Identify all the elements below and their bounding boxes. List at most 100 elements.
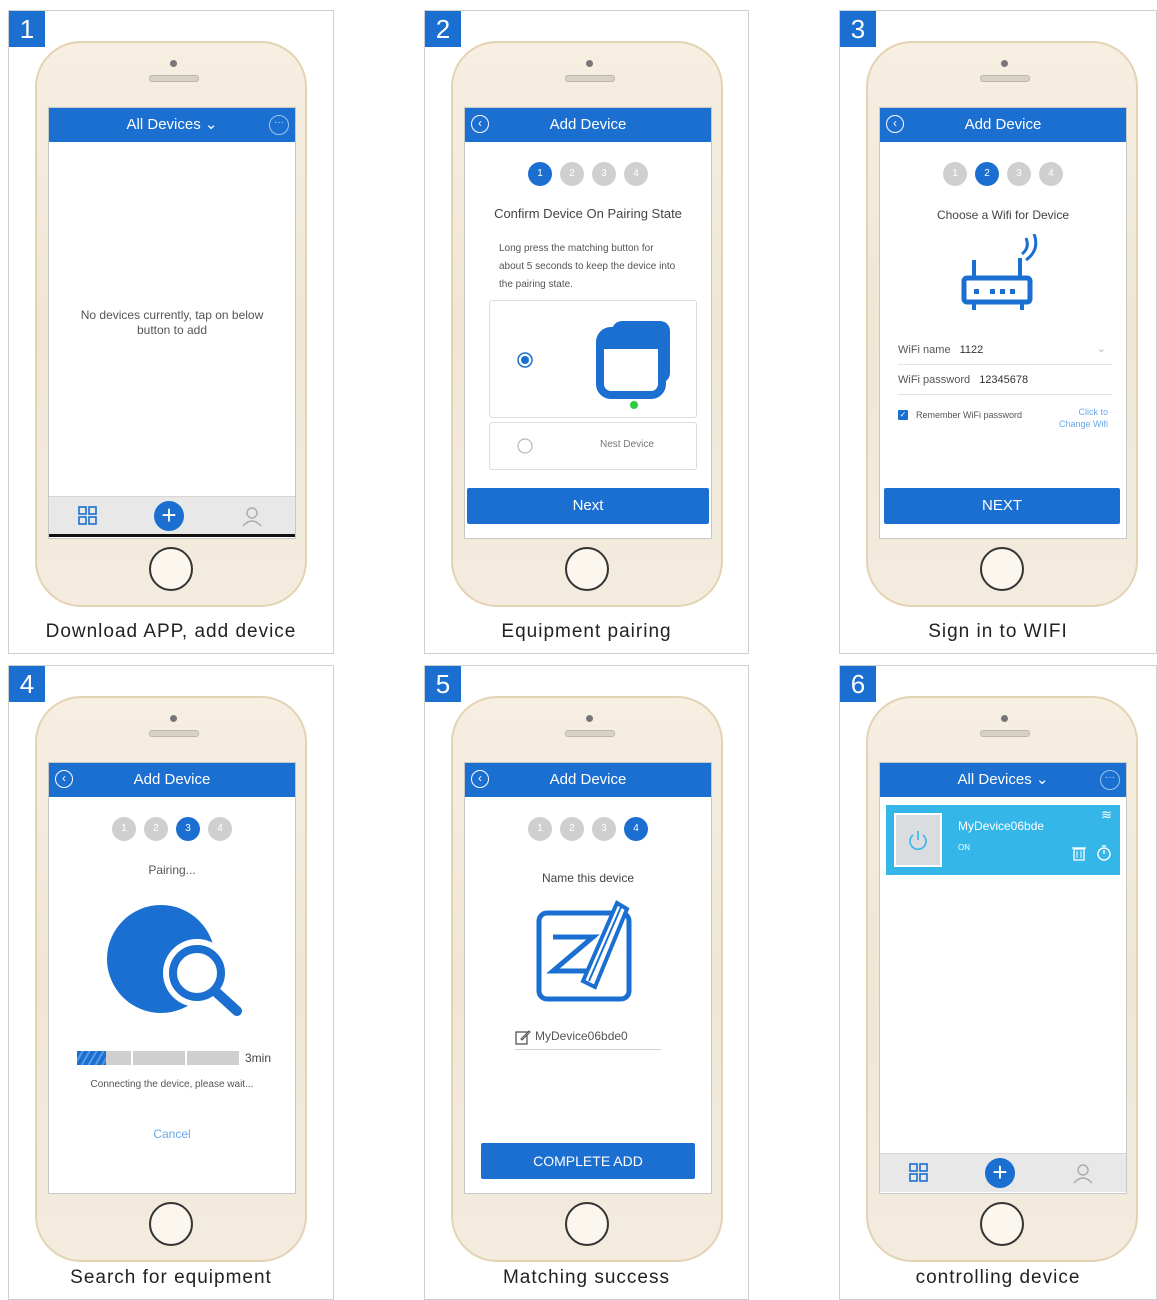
camera-icon <box>170 715 177 722</box>
page-title: Add Device <box>549 116 627 133</box>
wifi-name-field[interactable]: WiFi name 1122 ⌄ <box>898 342 1112 365</box>
chevron-down-icon: ⌄ <box>204 116 218 133</box>
change-wifi-link[interactable]: Click to Change Wifi <box>1059 406 1108 430</box>
wifi-password-label: WiFi password <box>898 374 971 386</box>
add-device-button[interactable]: + <box>154 501 184 531</box>
nest-device-label: Nest Device <box>600 439 654 450</box>
app-screen: All Devices ⌄ ··· No devices currently, … <box>48 107 296 539</box>
camera-icon <box>170 60 177 67</box>
app-screen: ‹ Add Device 1234 Choose a Wifi for Devi… <box>879 107 1127 539</box>
device-card[interactable]: MyDevice06bde ON ≋ <box>886 805 1120 875</box>
step-dot: 2 <box>144 817 168 841</box>
cancel-link[interactable]: Cancel <box>49 1127 295 1141</box>
next-button[interactable]: NEXT <box>884 488 1120 524</box>
back-icon[interactable]: ‹ <box>471 115 489 133</box>
wifi-name-value: 1122 <box>959 344 984 356</box>
device-name-input[interactable]: MyDevice06bde0 <box>515 1027 661 1050</box>
page-title: Add Device <box>964 116 1042 133</box>
step-dot: 4 <box>1039 162 1063 186</box>
panel-caption: Download APP, add device <box>45 621 297 642</box>
chevron-down-icon[interactable]: ⌄ <box>1097 342 1106 355</box>
phone-frame: ‹ Add Device 1234 Name this device MyDev… <box>451 696 723 1262</box>
step-badge: 1 <box>9 11 45 47</box>
trash-icon[interactable] <box>1072 845 1086 861</box>
back-icon[interactable]: ‹ <box>55 770 73 788</box>
step-dot: 1 <box>112 817 136 841</box>
option-standard-device[interactable] <box>489 300 697 418</box>
panel-caption: Search for equipment <box>70 1267 272 1288</box>
grid-icon[interactable] <box>908 1162 930 1184</box>
home-button[interactable] <box>980 547 1024 591</box>
all-devices-dropdown[interactable]: All Devices ⌄ <box>127 116 218 133</box>
top-bar: ‹ Add Device <box>49 763 295 797</box>
back-icon[interactable]: ‹ <box>471 770 489 788</box>
panel-caption: Matching success <box>502 1267 670 1288</box>
user-icon[interactable] <box>241 505 263 527</box>
home-button[interactable] <box>980 1202 1024 1246</box>
all-devices-dropdown[interactable]: All Devices ⌄ <box>958 771 1049 788</box>
instructions-text: Long press the matching button for about… <box>499 243 676 290</box>
step-dot: 3 <box>1007 162 1031 186</box>
radio-selected-icon[interactable] <box>516 351 534 369</box>
device-status: ON <box>958 843 970 852</box>
step-heading: Name this device <box>541 871 635 885</box>
panel-step-4: 4 ‹ Add Device 1234 Pairing... 3min Conn… <box>8 665 334 1300</box>
top-bar: All Devices ⌄ ··· <box>49 108 295 142</box>
progress-fill <box>77 1051 107 1065</box>
panel-step-2: 2 ‹ Add Device 1234 Confirm Device On Pa… <box>424 10 749 654</box>
step-dot: 4 <box>624 162 648 186</box>
remember-wifi-checkbox[interactable]: ✓ <box>898 410 908 420</box>
complete-add-button[interactable]: COMPLETE ADD <box>481 1143 695 1179</box>
phone-frame: All Devices ⌄ ··· MyDevice06bde ON ≋ + <box>866 696 1138 1262</box>
home-button[interactable] <box>149 547 193 591</box>
step-badge: 4 <box>9 666 45 702</box>
change-wifi-line-2: Change Wifi <box>1058 419 1108 429</box>
speaker-grille <box>565 75 615 82</box>
wifi-password-field[interactable]: WiFi password 12345678 <box>898 374 1112 395</box>
power-button[interactable] <box>894 813 942 867</box>
app-screen: ‹ Add Device 1234 Confirm Device On Pair… <box>464 107 712 539</box>
phone-frame: ‹ Add Device 1234 Pairing... 3min Connec… <box>35 696 307 1262</box>
home-button[interactable] <box>149 1202 193 1246</box>
next-button[interactable]: Next <box>467 488 709 524</box>
page-title: All Devices <box>957 771 1032 788</box>
step-badge: 3 <box>840 11 876 47</box>
step-indicator: 1234 <box>465 817 711 843</box>
more-icon[interactable]: ··· <box>1100 770 1120 790</box>
speaker-grille <box>149 730 199 737</box>
timer-icon[interactable] <box>1096 845 1112 861</box>
wifi-password-value: 12345678 <box>979 374 1029 386</box>
step-heading: Pairing... <box>148 863 196 877</box>
more-icon[interactable]: ··· <box>269 115 289 135</box>
tab-bar: + <box>880 1153 1126 1192</box>
step-indicator: 1234 <box>465 162 711 188</box>
home-button[interactable] <box>565 547 609 591</box>
top-bar: ‹ Add Device <box>465 108 711 142</box>
radio-empty-icon[interactable] <box>516 437 534 455</box>
step-indicator: 1234 <box>880 162 1126 188</box>
router-icon <box>961 234 1038 310</box>
app-screen: ‹ Add Device 1234 Name this device MyDev… <box>464 762 712 1194</box>
device-icon <box>596 321 670 409</box>
app-screen: ‹ Add Device 1234 Pairing... 3min Connec… <box>48 762 296 1194</box>
phone-frame: ‹ Add Device 1234 Confirm Device On Pair… <box>451 41 723 607</box>
back-icon[interactable]: ‹ <box>886 115 904 133</box>
chevron-down-icon: ⌄ <box>1035 771 1049 788</box>
step-dot: 4 <box>624 817 648 841</box>
step-dot: 4 <box>208 817 232 841</box>
progress-divider <box>131 1051 133 1065</box>
option-nest-device[interactable]: Nest Device <box>489 422 697 470</box>
remember-wifi-label: Remember WiFi password <box>916 410 1023 420</box>
grid-icon[interactable] <box>77 505 99 527</box>
home-button[interactable] <box>565 1202 609 1246</box>
speaker-grille <box>980 730 1030 737</box>
progress-divider <box>185 1051 187 1065</box>
camera-icon <box>586 715 593 722</box>
power-icon <box>909 831 927 850</box>
pairing-progress-bar <box>77 1051 239 1065</box>
add-device-button[interactable]: + <box>985 1158 1015 1188</box>
edit-name-icon <box>536 900 632 1002</box>
user-icon[interactable] <box>1072 1162 1094 1184</box>
panel-step-5: 5 ‹ Add Device 1234 Name this device MyD… <box>424 665 749 1300</box>
timer-text: 3min <box>245 1051 272 1065</box>
